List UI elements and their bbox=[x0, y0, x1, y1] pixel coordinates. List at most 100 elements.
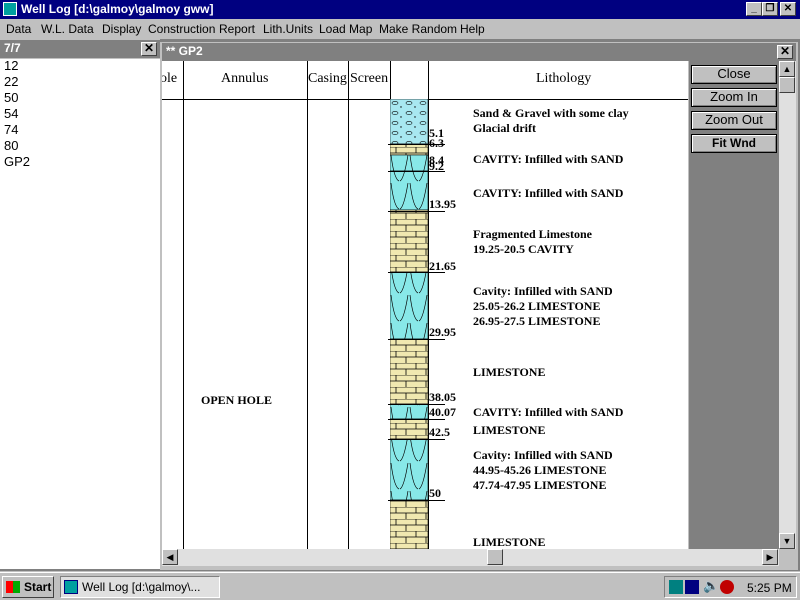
volume-icon[interactable]: 🔈 bbox=[703, 578, 719, 594]
list-item[interactable]: 22 bbox=[0, 74, 160, 90]
depth-label: 38.05 bbox=[429, 390, 456, 404]
zoom-in-button[interactable]: Zoom In bbox=[691, 88, 777, 107]
start-button[interactable]: Start bbox=[2, 576, 54, 598]
log-canvas: ole Annulus Casing Screen Lithology OPEN… bbox=[162, 61, 688, 549]
menu-wl-data[interactable]: W.L. Data bbox=[41, 22, 94, 36]
horizontal-scrollbar[interactable]: ◀ ▶ bbox=[162, 549, 779, 566]
scroll-thumb[interactable] bbox=[487, 549, 503, 565]
lithology-line: 26.95-27.5 LIMESTONE bbox=[473, 314, 601, 328]
lithology-description: CAVITY: Infilled with SAND bbox=[473, 152, 623, 167]
lithology-line: Sand & Gravel with some clay bbox=[473, 106, 629, 120]
menu-display[interactable]: Display bbox=[102, 22, 141, 36]
depth-label: 6.3 bbox=[429, 136, 444, 150]
taskbar: Start Well Log [d:\galmoy\... 🔈 5:25 PM bbox=[0, 572, 800, 600]
app-icon[interactable] bbox=[3, 2, 17, 16]
lithology-line: CAVITY: Infilled with SAND bbox=[473, 405, 624, 419]
column-header-lithology: Lithology bbox=[536, 71, 592, 86]
cavity-band bbox=[390, 403, 428, 420]
cavity-band bbox=[390, 271, 428, 340]
cavity-band bbox=[390, 170, 428, 211]
lithology-line: 25.05-26.2 LIMESTONE bbox=[473, 299, 601, 313]
annulus-label: OPEN HOLE bbox=[201, 393, 273, 407]
menu-construction[interactable]: Construction bbox=[148, 22, 215, 36]
list-item[interactable]: 50 bbox=[0, 90, 160, 106]
display-icon[interactable] bbox=[685, 580, 699, 594]
menu-load-map[interactable]: Load Map bbox=[319, 22, 372, 36]
menu-help[interactable]: Help bbox=[460, 22, 485, 36]
start-label: Start bbox=[24, 580, 52, 594]
well-list-titlebar: 7/7 ✕ bbox=[0, 40, 160, 58]
zoom-out-button[interactable]: Zoom Out bbox=[691, 111, 777, 130]
lithology-line: CAVITY: Infilled with SAND bbox=[473, 186, 624, 200]
lithology-description: Fragmented Limestone 19.25-20.5 CAVITY bbox=[473, 227, 592, 257]
list-item[interactable]: GP2 bbox=[0, 154, 160, 170]
depth-label: 9.2 bbox=[429, 159, 444, 173]
scroll-down-icon[interactable]: ▼ bbox=[779, 533, 795, 549]
minimize-button[interactable]: _ bbox=[746, 2, 762, 16]
column-header-hole: ole bbox=[162, 71, 178, 86]
antivirus-icon[interactable] bbox=[720, 580, 734, 594]
lime-band bbox=[390, 143, 428, 156]
well-log-titlebar: ** GP2 ✕ bbox=[162, 43, 796, 61]
column-header-annulus: Annulus bbox=[221, 71, 269, 86]
menu-bar: Data W.L. Data Display Construction Repo… bbox=[0, 19, 800, 39]
scroll-right-icon[interactable]: ▶ bbox=[762, 549, 778, 565]
lime-band bbox=[390, 499, 428, 549]
column-divider bbox=[348, 61, 349, 549]
lime-band bbox=[390, 338, 428, 405]
well-list: 12 22 50 54 74 80 GP2 bbox=[0, 58, 160, 569]
network-icon[interactable] bbox=[669, 580, 683, 594]
close-button[interactable]: ✕ bbox=[780, 2, 796, 16]
app-icon bbox=[64, 580, 78, 594]
column-divider bbox=[307, 61, 308, 549]
menu-report[interactable]: Report bbox=[219, 22, 255, 36]
cavity-band bbox=[390, 154, 428, 172]
depth-label: 50 bbox=[429, 486, 441, 500]
scroll-up-icon[interactable]: ▲ bbox=[779, 61, 795, 77]
lime-band bbox=[390, 418, 428, 440]
vertical-scrollbar[interactable]: ▲ ▼ bbox=[779, 61, 796, 549]
lithology-column bbox=[390, 99, 428, 549]
taskbar-task-welllog[interactable]: Well Log [d:\galmoy\... bbox=[60, 576, 220, 598]
cavity-band bbox=[390, 438, 428, 501]
well-log-close-icon[interactable]: ✕ bbox=[777, 45, 793, 59]
lithology-line: Fragmented Limestone bbox=[473, 227, 592, 241]
lime-band bbox=[390, 209, 428, 273]
lithology-line: LIMESTONE bbox=[473, 365, 546, 379]
lithology-description: CAVITY: Infilled with SAND bbox=[473, 405, 623, 420]
windows-logo-icon bbox=[6, 581, 20, 593]
zoom-button-panel: Close Zoom In Zoom Out Fit Wnd bbox=[689, 61, 779, 549]
well-list-title: 7/7 bbox=[4, 41, 21, 55]
lithology-description: CAVITY: Infilled with SAND bbox=[473, 186, 623, 201]
fit-window-button[interactable]: Fit Wnd bbox=[691, 134, 777, 153]
app-titlebar: Well Log [d:\galmoy\galmoy gww] _ ❐ ✕ bbox=[0, 0, 800, 19]
depth-label: 42.5 bbox=[429, 425, 450, 439]
lithology-description: Cavity: Infilled with SAND 25.05-26.2 LI… bbox=[473, 284, 613, 329]
menu-make-random[interactable]: Make Random bbox=[379, 22, 457, 36]
scroll-left-icon[interactable]: ◀ bbox=[162, 549, 178, 565]
depth-label: 13.95 bbox=[429, 197, 456, 211]
menu-lith-units[interactable]: Lith.Units bbox=[263, 22, 313, 36]
menu-data[interactable]: Data bbox=[6, 22, 31, 36]
depth-label: 40.07 bbox=[429, 405, 456, 419]
lithology-description: LIMESTONE bbox=[473, 423, 545, 438]
lithology-description: Sand & Gravel with some clay Glacial dri… bbox=[473, 106, 629, 136]
list-item[interactable]: 54 bbox=[0, 106, 160, 122]
clock[interactable]: 5:25 PM bbox=[747, 581, 792, 595]
system-tray: 🔈 5:25 PM bbox=[664, 576, 797, 598]
restore-button[interactable]: ❐ bbox=[762, 2, 778, 16]
lithology-line: LIMESTONE bbox=[473, 535, 546, 549]
scroll-thumb[interactable] bbox=[779, 77, 795, 93]
close-log-button[interactable]: Close bbox=[691, 65, 777, 84]
lithology-line: Cavity: Infilled with SAND bbox=[473, 284, 613, 298]
column-divider bbox=[183, 61, 184, 549]
lithology-description: LIMESTONE bbox=[473, 365, 545, 380]
well-log-title: ** GP2 bbox=[166, 44, 203, 58]
well-list-close-icon[interactable]: ✕ bbox=[141, 42, 157, 56]
list-item[interactable]: 12 bbox=[0, 58, 160, 74]
column-header-casing: Casing bbox=[308, 71, 347, 86]
lithology-line: 44.95-45.26 LIMESTONE bbox=[473, 463, 607, 477]
list-item[interactable]: 80 bbox=[0, 138, 160, 154]
list-item[interactable]: 74 bbox=[0, 122, 160, 138]
drift-band bbox=[390, 99, 428, 145]
